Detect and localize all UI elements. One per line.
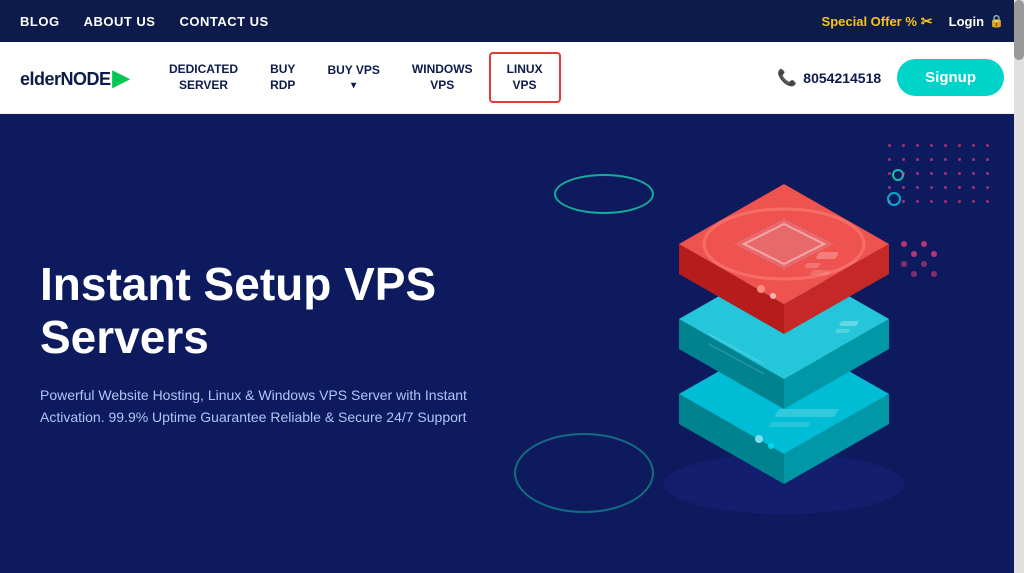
- top-bar-nav: BLOG ABOUT US CONTACT US: [20, 14, 269, 29]
- hero-title: Instant Setup VPS Servers: [40, 258, 520, 364]
- phone-number: 8054214518: [803, 70, 881, 86]
- dedicated-server-nav[interactable]: DEDICATEDSERVER: [153, 54, 254, 101]
- logo-text: elderNODE▶: [20, 65, 129, 91]
- top-bar: BLOG ABOUT US CONTACT US Special Offer %…: [0, 0, 1024, 42]
- login-link[interactable]: Login 🔒: [949, 14, 1004, 29]
- login-label: Login: [949, 14, 984, 29]
- linux-vps-nav[interactable]: LINUXVPS: [489, 52, 561, 103]
- contact-us-link[interactable]: CONTACT US: [179, 14, 268, 29]
- scissors-icon: ✂: [921, 13, 933, 30]
- hero-description: Powerful Website Hosting, Linux & Window…: [40, 384, 480, 429]
- chevron-down-icon: ▾: [351, 79, 356, 92]
- hero-decorations: [494, 114, 1024, 573]
- hero-section: Instant Setup VPS Servers Powerful Websi…: [0, 114, 1024, 573]
- logo[interactable]: elderNODE▶: [20, 65, 129, 91]
- windows-vps-nav[interactable]: WINDOWSVPS: [396, 54, 489, 101]
- hero-content: Instant Setup VPS Servers Powerful Websi…: [0, 218, 560, 469]
- main-nav: elderNODE▶ DEDICATEDSERVER BUYRDP BUY VP…: [0, 42, 1024, 114]
- lock-icon: 🔒: [989, 14, 1004, 28]
- special-offer-link[interactable]: Special Offer % ✂: [822, 13, 933, 30]
- top-bar-right: Special Offer % ✂ Login 🔒: [822, 13, 1004, 30]
- server-illustration: [584, 144, 964, 544]
- blog-link[interactable]: BLOG: [20, 14, 60, 29]
- about-us-link[interactable]: ABOUT US: [84, 14, 156, 29]
- buy-vps-label: BUY VPS: [327, 63, 379, 79]
- special-offer-label: Special Offer %: [822, 14, 917, 29]
- logo-arrow-icon: ▶: [113, 65, 129, 90]
- scrollbar[interactable]: [1014, 0, 1024, 573]
- scrollbar-thumb[interactable]: [1014, 0, 1024, 60]
- nav-right: 📞 8054214518 Signup: [777, 59, 1004, 96]
- buy-vps-nav[interactable]: BUY VPS ▾: [311, 55, 395, 100]
- phone-icon: 📞: [777, 68, 797, 88]
- signup-button[interactable]: Signup: [897, 59, 1004, 96]
- phone-link[interactable]: 📞 8054214518: [777, 68, 881, 88]
- nav-items: DEDICATEDSERVER BUYRDP BUY VPS ▾ WINDOWS…: [153, 52, 777, 103]
- buy-rdp-nav[interactable]: BUYRDP: [254, 54, 311, 101]
